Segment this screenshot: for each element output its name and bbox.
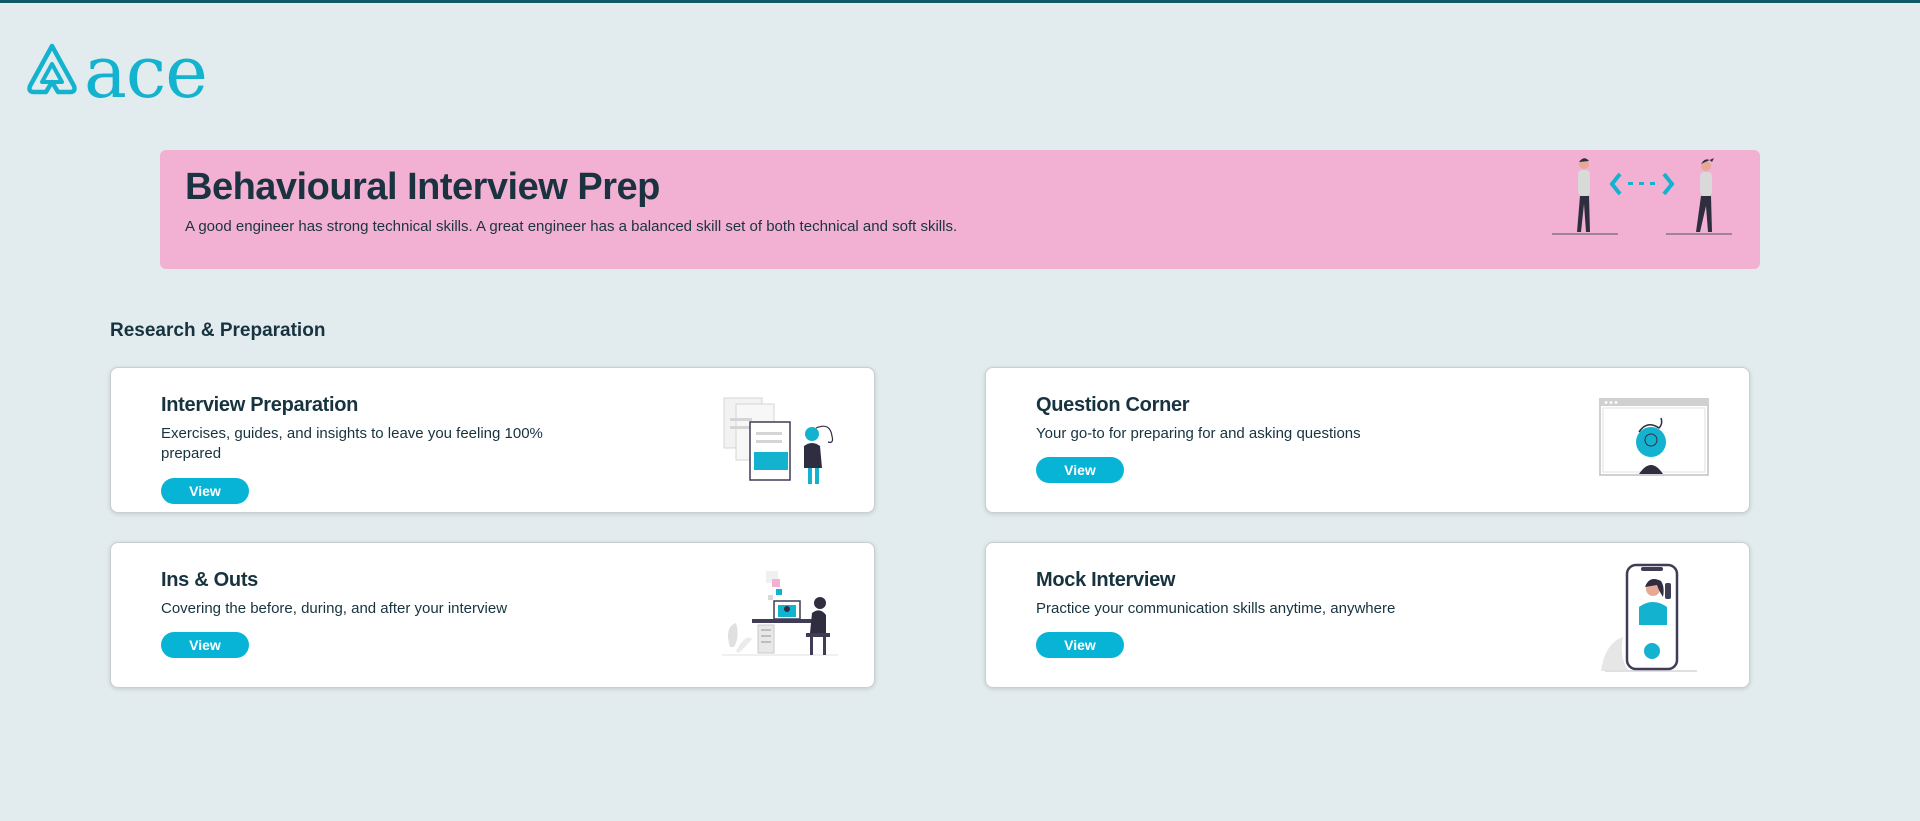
card-ins-and-outs: Ins & Outs Covering the before, during, … bbox=[110, 542, 875, 688]
card-interview-preparation: Interview Preparation Exercises, guides,… bbox=[110, 367, 875, 513]
card-description: Your go-to for preparing for and asking … bbox=[1036, 425, 1361, 442]
documents-illustration bbox=[722, 396, 838, 491]
desk-work-illustration bbox=[722, 567, 838, 664]
top-border bbox=[0, 0, 1920, 3]
card-title: Mock Interview bbox=[1036, 569, 1176, 591]
hero-banner: Behavioural Interview Prep A good engine… bbox=[160, 150, 1760, 269]
view-button[interactable]: View bbox=[1036, 632, 1124, 658]
phone-video-illustration bbox=[1599, 563, 1699, 678]
logo-text: ace bbox=[84, 30, 208, 114]
card-description: Exercises, guides, and insights to leave… bbox=[161, 425, 543, 462]
card-title: Interview Preparation bbox=[161, 394, 359, 416]
card-question-corner: Question Corner Your go-to for preparing… bbox=[985, 367, 1750, 513]
people-communicating-illustration bbox=[1550, 154, 1740, 245]
page-title: Behavioural Interview Prep bbox=[185, 166, 660, 208]
view-button[interactable]: View bbox=[161, 478, 249, 504]
card-description: Covering the before, during, and after y… bbox=[161, 600, 508, 617]
card-description: Practice your communication skills anyti… bbox=[1036, 600, 1396, 617]
section-title: Research & Preparation bbox=[110, 320, 326, 341]
ace-logo-icon bbox=[24, 42, 80, 103]
card-title: Ins & Outs bbox=[161, 569, 259, 591]
logo[interactable]: ace bbox=[24, 30, 208, 114]
view-button[interactable]: View bbox=[161, 632, 249, 658]
view-button[interactable]: View bbox=[1036, 457, 1124, 483]
card-title: Question Corner bbox=[1036, 394, 1190, 416]
card-mock-interview: Mock Interview Practice your communicati… bbox=[985, 542, 1750, 688]
video-call-illustration bbox=[1599, 398, 1709, 481]
page-subtitle: A good engineer has strong technical ski… bbox=[185, 218, 958, 235]
